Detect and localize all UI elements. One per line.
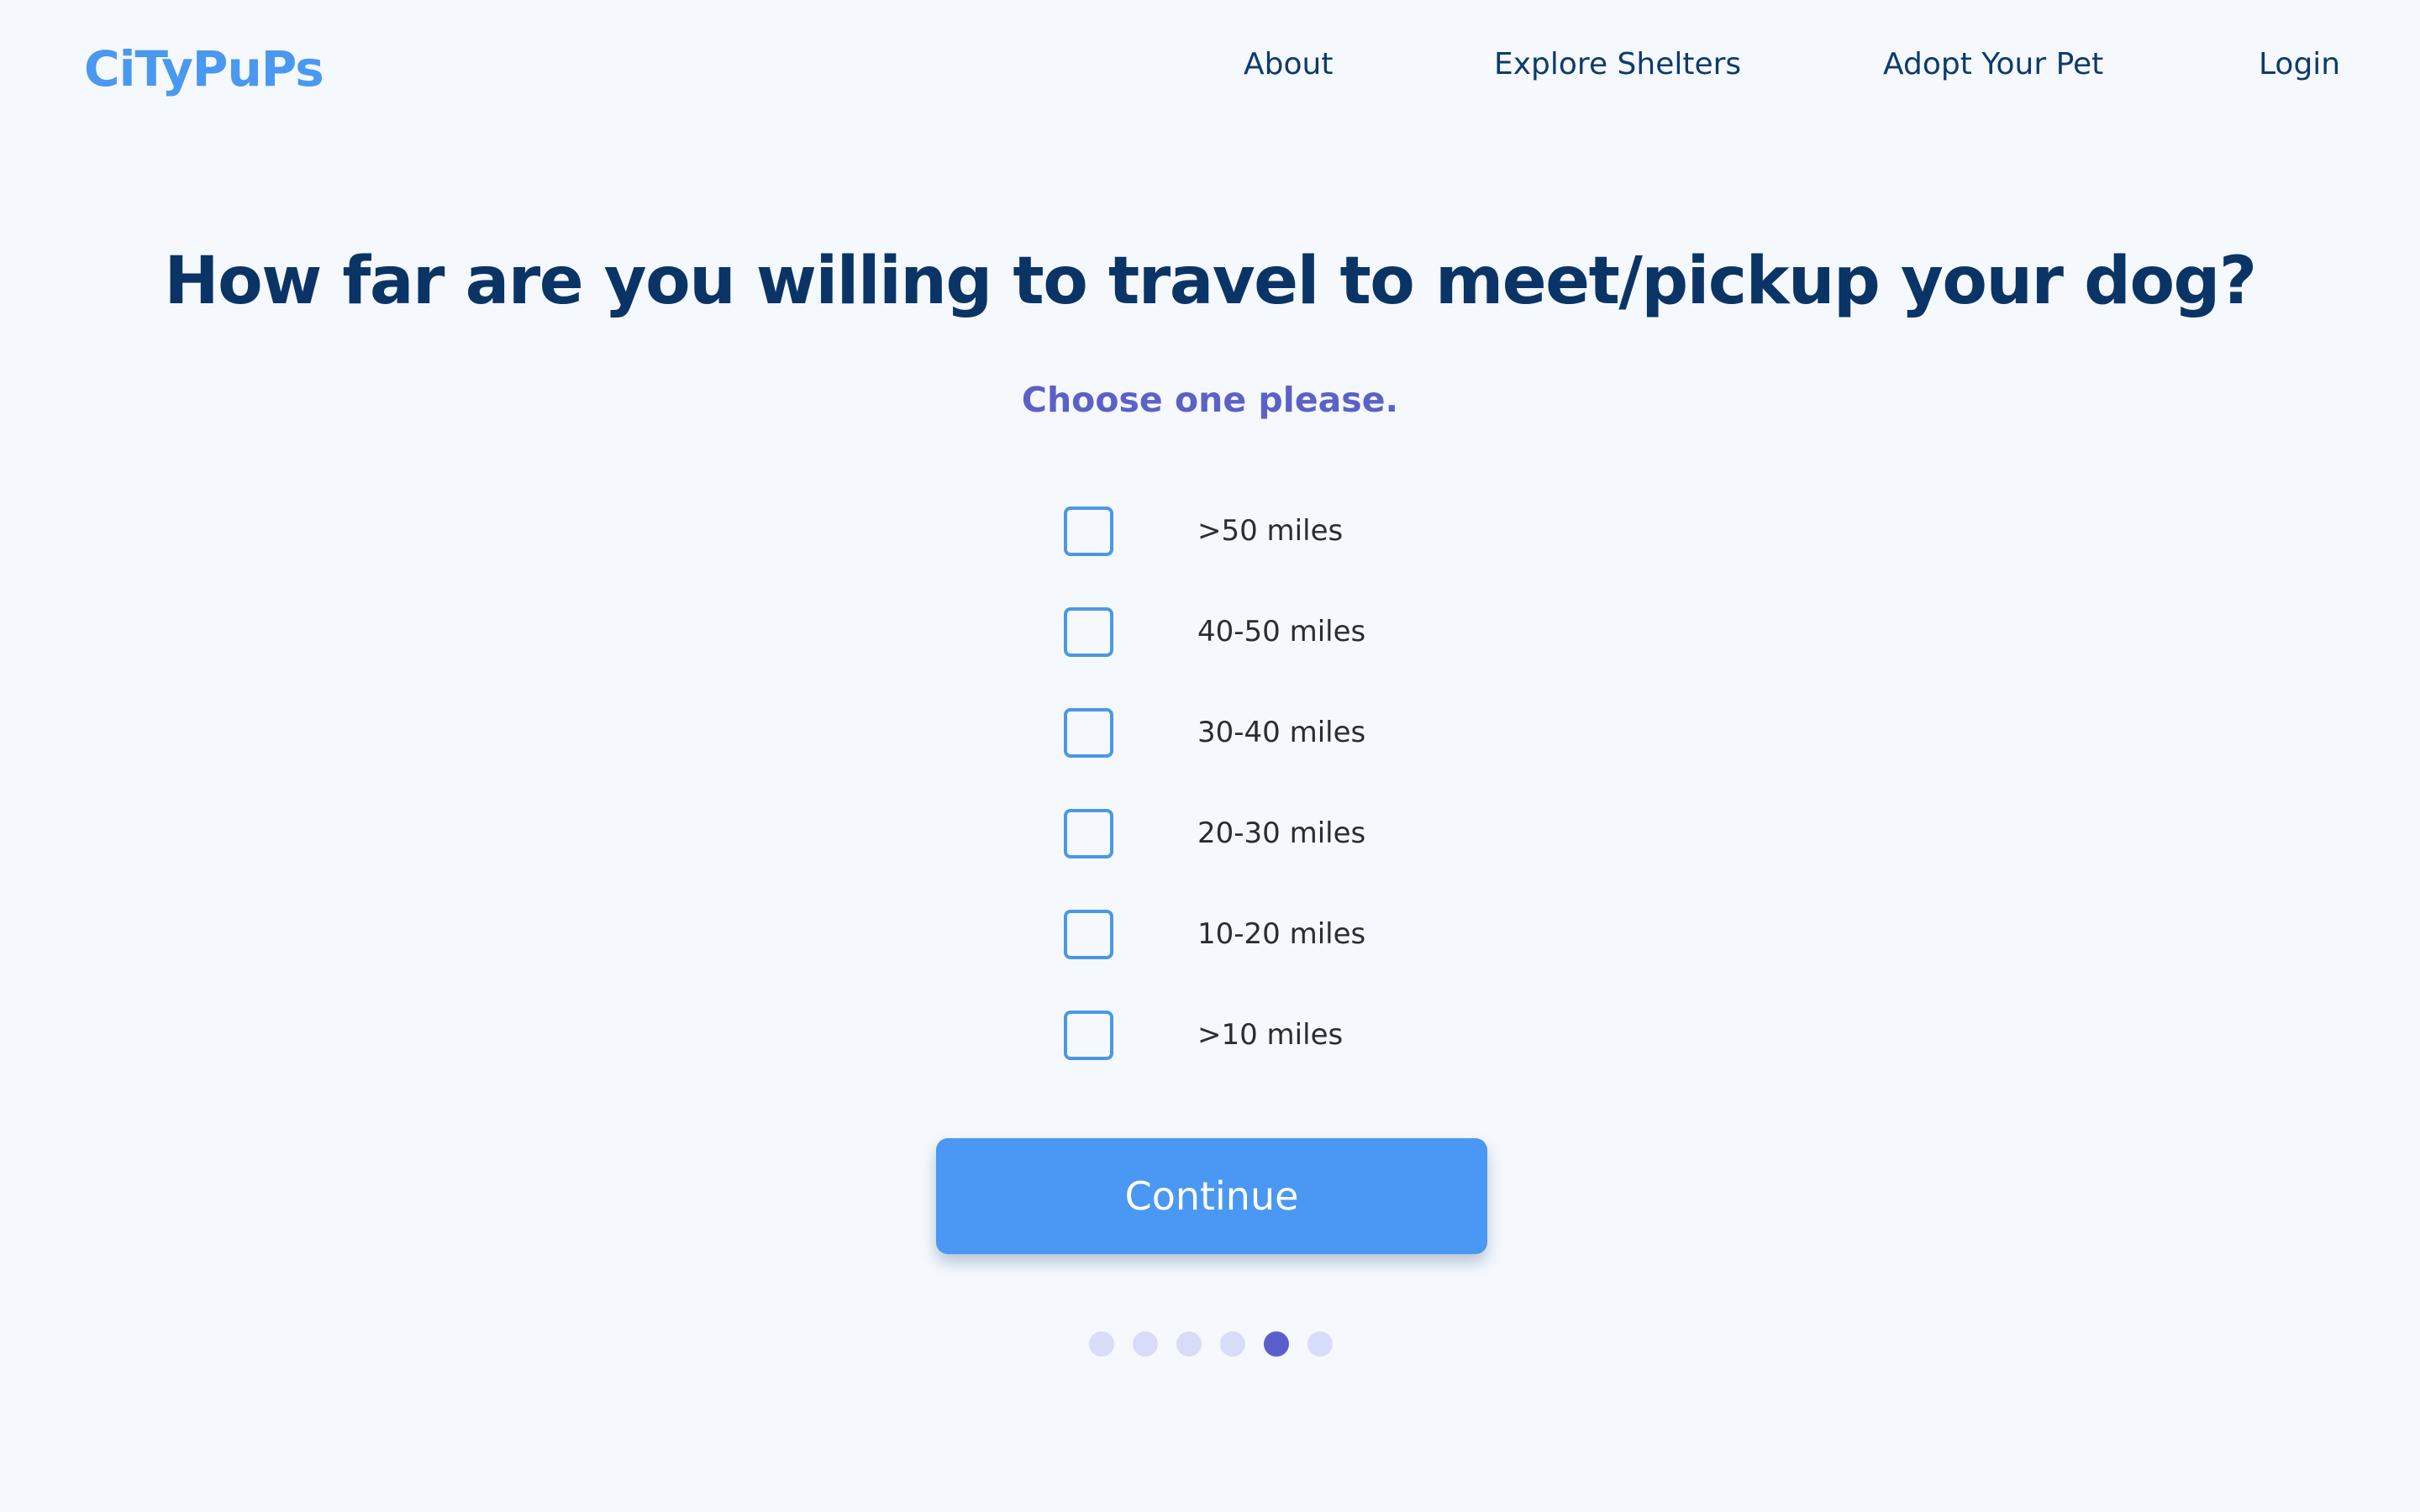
step-dot-4[interactable] [1220, 1331, 1245, 1357]
option-over-50-miles[interactable]: >50 miles [1064, 506, 1568, 556]
page: CiTyPuPs About Explore Shelters Adopt Yo… [0, 0, 2420, 1512]
citypups-logo[interactable]: CiTyPuPs [84, 40, 324, 97]
option-40-50-miles[interactable]: 40-50 miles [1064, 606, 1568, 657]
option-label: 20-30 miles [1197, 816, 1366, 850]
option-label: >50 miles [1197, 514, 1344, 548]
checkbox[interactable] [1064, 1010, 1113, 1060]
step-dot-3[interactable] [1176, 1331, 1202, 1357]
step-dot-5[interactable] [1264, 1331, 1289, 1357]
step-dot-1[interactable] [1089, 1331, 1114, 1357]
option-10-20-miles[interactable]: 10-20 miles [1064, 909, 1568, 959]
option-label: 30-40 miles [1197, 716, 1366, 749]
nav-link-explore-shelters[interactable]: Explore Shelters [1494, 47, 1741, 81]
step-dot-6[interactable] [1307, 1331, 1333, 1357]
option-under-10-miles[interactable]: >10 miles [1064, 1010, 1568, 1060]
distance-options-list: >50 miles 40-50 miles 30-40 miles 20-30 … [1064, 506, 1568, 1110]
question-heading: How far are you willing to travel to mee… [164, 244, 2257, 319]
nav-link-about[interactable]: About [1244, 47, 1333, 81]
option-20-30-miles[interactable]: 20-30 miles [1064, 808, 1568, 858]
checkbox[interactable] [1064, 808, 1113, 858]
option-label: 40-50 miles [1197, 615, 1366, 648]
checkbox[interactable] [1064, 606, 1113, 657]
step-dot-2[interactable] [1133, 1331, 1158, 1357]
checkbox[interactable] [1064, 506, 1113, 556]
top-nav-bar: CiTyPuPs About Explore Shelters Adopt Yo… [0, 0, 2420, 143]
checkbox[interactable] [1064, 909, 1113, 959]
nav-link-login[interactable]: Login [2259, 47, 2340, 81]
option-label: 10-20 miles [1197, 917, 1366, 951]
nav-link-adopt-your-pet[interactable]: Adopt Your Pet [1883, 47, 2103, 81]
instruction-subtitle: Choose one please. [1021, 380, 1399, 420]
option-label: >10 miles [1197, 1018, 1344, 1052]
step-pagination-dots [1089, 1331, 1333, 1357]
checkbox[interactable] [1064, 707, 1113, 758]
continue-button[interactable]: Continue [936, 1138, 1487, 1254]
option-30-40-miles[interactable]: 30-40 miles [1064, 707, 1568, 758]
